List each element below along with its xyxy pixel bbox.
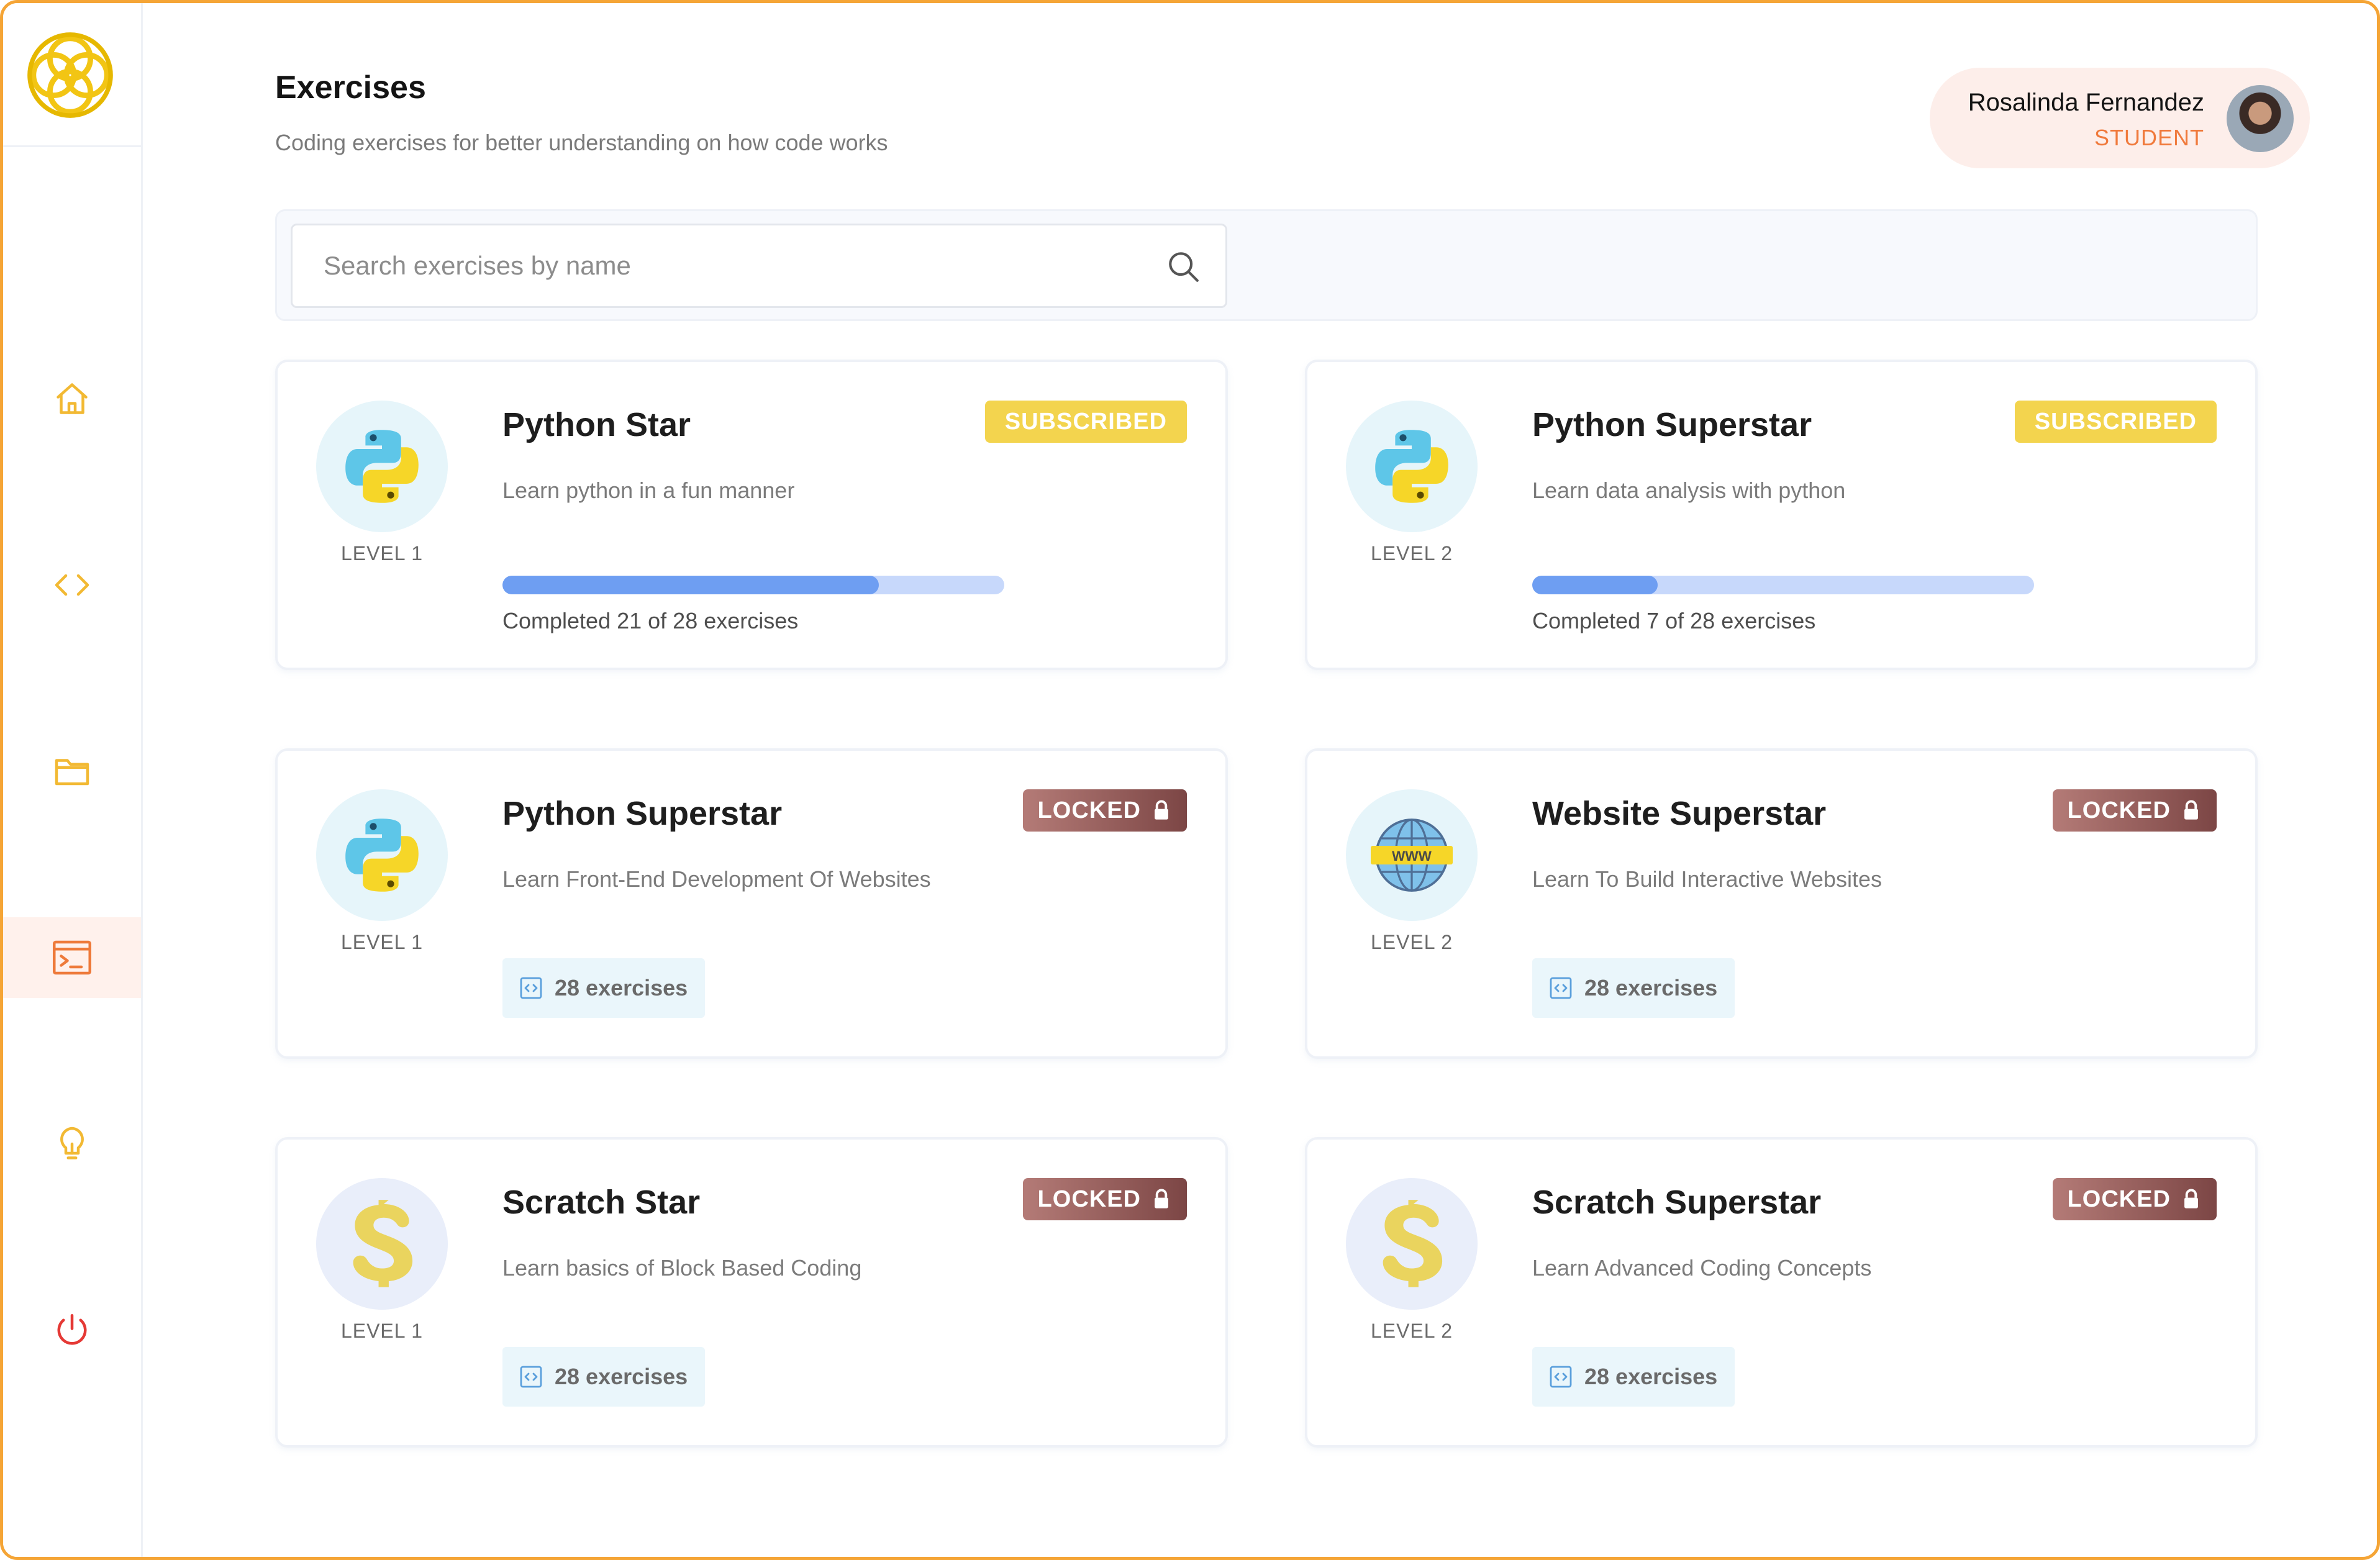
course-title: Scratch Star [502,1184,701,1221]
terminal-icon [53,940,91,975]
exercise-count: 28 exercises [555,1364,688,1389]
python-icon [345,430,419,503]
code-file-icon [1550,977,1572,999]
course-icon-badge [1346,401,1478,532]
globe-www-icon: WWW [1371,819,1453,892]
exercise-card[interactable]: LEVEL 2 Scratch Superstar LOCKED Learn A… [1305,1137,2258,1448]
exercise-count: 28 exercises [1584,1364,1718,1389]
user-name: Rosalinda Fernandez [1968,89,2204,116]
exercise-card[interactable]: WWW LEVEL 2 Website Superstar LOCKED Lea… [1305,748,2258,1059]
badge-label: LOCKED [1037,1186,1141,1212]
search-bar-area [275,209,2258,321]
course-level: LEVEL 2 [1370,931,1453,953]
exercise-card[interactable]: LEVEL 2 Python Superstar SUBSCRIBED Lear… [1305,360,2258,670]
badge-label: SUBSCRIBED [1004,408,1167,435]
course-title: Python Superstar [1532,406,1812,443]
exercise-count-pill[interactable]: 28 exercises [1532,1347,1735,1407]
locked-badge: LOCKED [2052,1178,2217,1220]
exercise-count: 28 exercises [555,975,688,1000]
locked-badge: LOCKED [1022,789,1187,832]
logo-area [3,3,141,147]
scratch-icon [1383,1200,1443,1287]
user-profile-chip[interactable]: Rosalinda Fernandez STUDENT [1930,68,2310,168]
badge-label: LOCKED [2067,1186,2171,1212]
lock-icon [1152,1189,1171,1210]
course-level: LEVEL 2 [1370,1320,1453,1342]
exercise-count-pill[interactable]: 28 exercises [502,958,706,1018]
course-icon-badge [316,401,448,532]
logo-icon[interactable] [24,29,116,121]
app-window: Exercises Coding exercises for better un… [0,0,2380,1560]
course-icon-badge [316,1178,448,1310]
lock-icon [1152,800,1171,821]
user-role: STUDENT [2094,125,2204,150]
scratch-icon [353,1200,413,1287]
sidebar [3,3,143,1557]
course-icon-badge [316,789,448,921]
code-file-icon [1550,1366,1572,1388]
course-level: LEVEL 2 [1370,542,1453,565]
exercise-card[interactable]: LEVEL 1 Python Star SUBSCRIBED Learn pyt… [275,360,1228,670]
locked-badge: LOCKED [1022,1178,1187,1220]
sidebar-item-logout[interactable] [3,1290,141,1371]
badge-label: LOCKED [2067,797,2171,823]
svg-text:WWW: WWW [1392,848,1432,864]
search-input[interactable] [324,225,1131,306]
badge-label: LOCKED [1037,797,1141,823]
python-icon [345,819,419,892]
course-level: LEVEL 1 [340,1320,424,1342]
folder-icon [55,759,89,786]
avatar[interactable] [2227,85,2294,152]
course-title: Python Star [502,406,691,443]
subscribed-badge: SUBSCRIBED [2014,401,2217,443]
course-icon-badge: WWW [1346,789,1478,921]
page-subtitle: Coding exercises for better understandin… [275,130,888,155]
exercise-card[interactable]: LEVEL 1 Python Superstar LOCKED Learn Fr… [275,748,1228,1059]
progress-bar [502,576,1004,594]
course-description: Learn python in a fun manner [502,478,795,503]
progress-text: Completed 21 of 28 exercises [502,608,799,633]
subscribed-badge: SUBSCRIBED [984,401,1187,443]
course-description: Learn data analysis with python [1532,478,1846,503]
sidebar-item-ideas[interactable] [3,1104,141,1184]
progress-bar-fill [1532,576,1658,594]
power-icon [57,1314,87,1345]
progress-bar [1532,576,2034,594]
course-level: LEVEL 1 [340,542,424,565]
search-icon[interactable] [1166,249,1202,285]
sidebar-item-home[interactable] [3,358,141,439]
course-description: Learn Advanced Coding Concepts [1532,1255,1872,1281]
course-level: LEVEL 1 [340,931,424,953]
progress-text: Completed 7 of 28 exercises [1532,608,1816,633]
code-file-icon [520,977,542,999]
lock-icon [2182,800,2201,821]
locked-badge: LOCKED [2052,789,2217,832]
course-description: Learn basics of Block Based Coding [502,1255,862,1281]
code-file-icon [520,1366,542,1388]
sidebar-item-code[interactable] [3,545,141,625]
lightbulb-icon [60,1127,84,1159]
python-icon [1375,430,1448,503]
exercise-count-pill[interactable]: 28 exercises [1532,958,1735,1018]
course-description: Learn To Build Interactive Websites [1532,866,1882,892]
badge-label: SUBSCRIBED [2034,408,2197,435]
course-title: Scratch Superstar [1532,1184,1822,1221]
course-title: Python Superstar [502,795,783,832]
exercise-card[interactable]: LEVEL 1 Scratch Star LOCKED Learn basics… [275,1137,1228,1448]
course-description: Learn Front-End Development Of Websites [502,866,931,892]
progress-bar-fill [502,576,879,594]
exercise-count-pill[interactable]: 28 exercises [502,1347,706,1407]
course-title: Website Superstar [1532,795,1827,832]
page-title: Exercises [275,70,426,106]
sidebar-item-terminal[interactable] [3,917,141,998]
lock-icon [2182,1189,2201,1210]
sidebar-item-folder[interactable] [3,731,141,812]
home-icon [57,383,88,414]
search-box [291,224,1227,308]
code-icon [55,574,89,596]
exercise-count: 28 exercises [1584,975,1718,1000]
course-icon-badge [1346,1178,1478,1310]
